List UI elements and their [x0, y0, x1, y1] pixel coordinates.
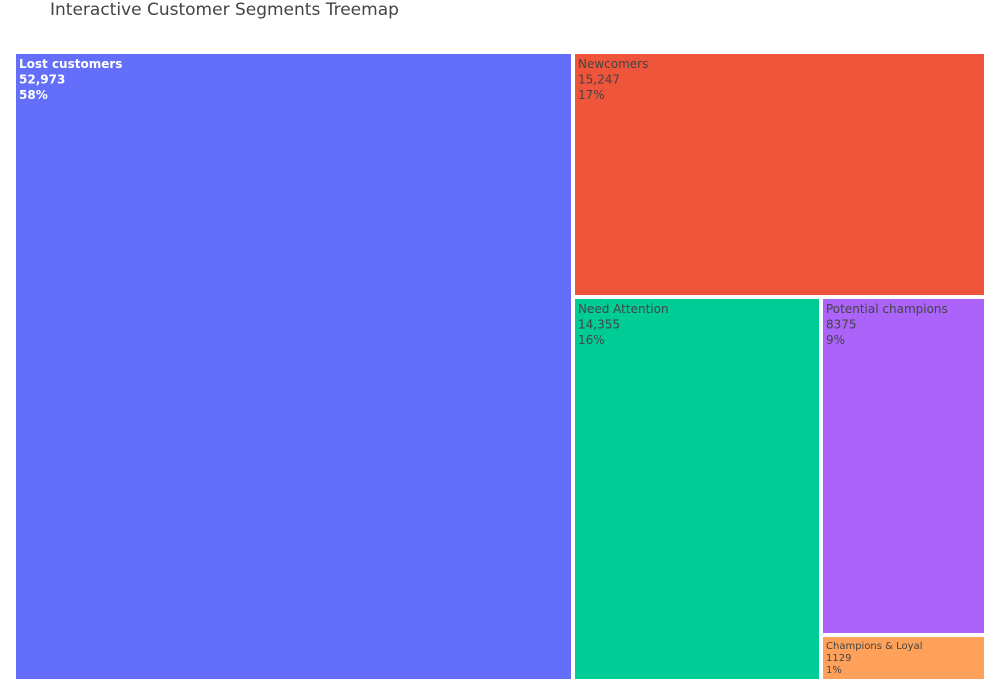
treemap-svg: Lost customers 52,97358% Newcomers 15,24717…	[16, 54, 984, 679]
treemap-tile-need-attention[interactable]: Need Attention 14,35516%	[575, 299, 819, 679]
tile-label: Lost customers	[19, 57, 122, 71]
tile-percent: 16%	[578, 333, 605, 347]
tile-value: 8375	[826, 318, 857, 332]
tile-rect[interactable]	[16, 54, 571, 679]
tile-percent: 1%	[826, 665, 842, 676]
tile-value: 52,973	[19, 73, 65, 87]
treemap-tile-newcomers[interactable]: Newcomers 15,24717%	[575, 54, 984, 295]
tile-percent: 58%	[19, 88, 48, 102]
tile-rect[interactable]	[575, 54, 984, 295]
tile-label: Potential champions	[826, 302, 948, 316]
treemap-tile-champions-and-loyal[interactable]: Champions & Loyal11291%	[823, 637, 984, 679]
tile-label: Newcomers	[578, 57, 648, 71]
tile-label: Champions & Loyal	[826, 641, 922, 652]
tile-percent: 9%	[826, 333, 845, 347]
treemap-tile-lost-customers[interactable]: Lost customers 52,97358%	[16, 54, 571, 679]
tile-percent: 17%	[578, 88, 605, 102]
tile-rect[interactable]	[823, 299, 984, 633]
treemap-chart: Interactive Customer Segments Treemap Lo…	[0, 0, 1000, 700]
tile-value: 14,355	[578, 318, 620, 332]
tile-rect[interactable]	[575, 299, 819, 679]
tile-label: Need Attention	[578, 302, 669, 316]
tile-value: 15,247	[578, 73, 620, 87]
treemap-tile-potential-champions[interactable]: Potential champions 83759%	[823, 299, 984, 633]
tile-value: 1129	[826, 653, 851, 664]
